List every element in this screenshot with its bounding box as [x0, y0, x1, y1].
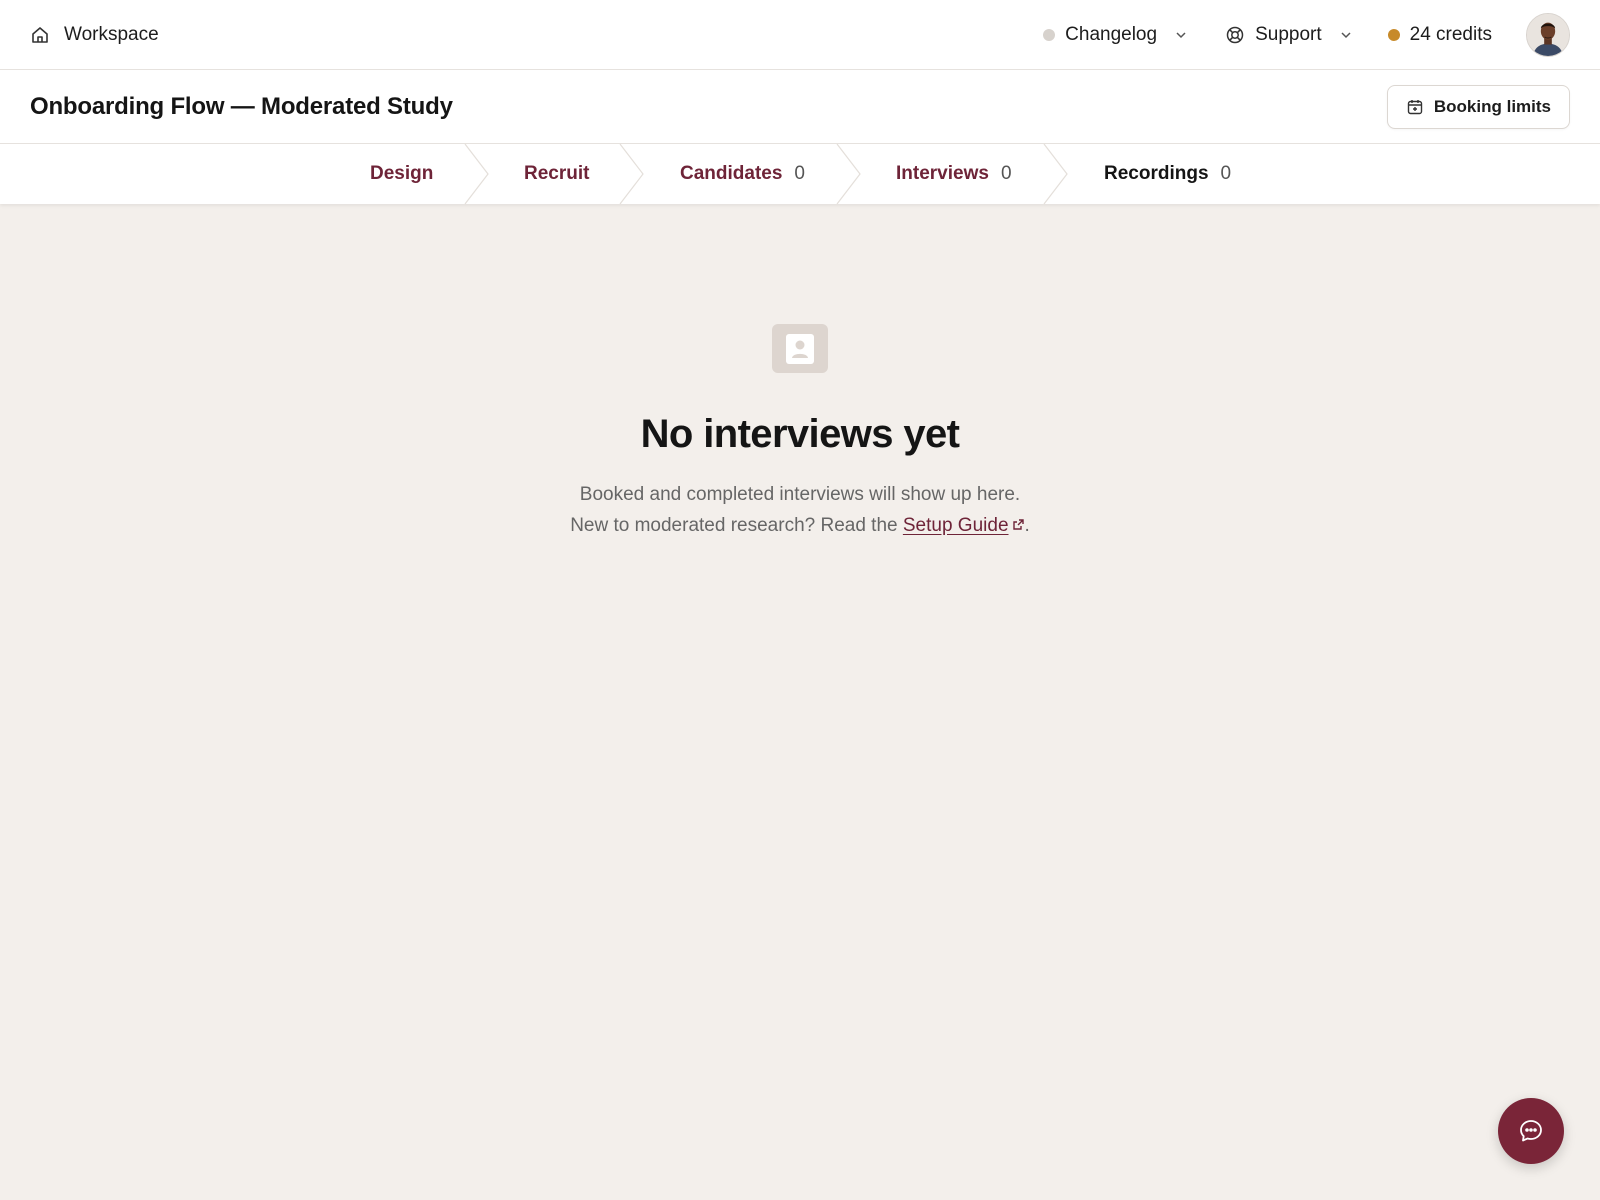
avatar[interactable] [1526, 12, 1570, 57]
title-bar: Onboarding Flow — Moderated Study Bookin… [0, 70, 1600, 144]
changelog-label: Changelog [1065, 23, 1158, 45]
step-count: 0 [1000, 163, 1012, 184]
page-title: Onboarding Flow — Moderated Study [30, 92, 453, 120]
steps-nav: Design Recruit Candidates 0 Interviews 0… [0, 144, 1600, 204]
contact-card-icon [772, 324, 828, 373]
credits-label: 24 credits [1409, 23, 1492, 45]
empty-state-guide-line: New to moderated research? Read the Setu… [0, 515, 1600, 537]
step-label: Recruit [524, 163, 590, 184]
calendar-icon [1406, 98, 1424, 116]
chat-button[interactable] [1498, 1098, 1564, 1164]
guide-suffix: . [1024, 515, 1030, 536]
step-separator [464, 144, 489, 204]
chevron-down-icon [1175, 29, 1187, 41]
external-link-icon [1012, 515, 1025, 530]
credits-dot [1387, 28, 1400, 41]
workspace-link[interactable]: Workspace [30, 24, 159, 46]
step-label: Candidates [680, 163, 783, 184]
chevron-down-icon [1340, 29, 1352, 41]
chat-bubble-icon [1518, 1118, 1544, 1144]
setup-guide-link[interactable]: Setup Guide [903, 515, 1025, 536]
empty-state-description: Booked and completed interviews will sho… [579, 484, 1021, 505]
step-candidates[interactable]: Candidates 0 [680, 144, 805, 204]
credits-indicator[interactable]: 24 credits [1387, 23, 1492, 46]
step-label: Interviews [896, 163, 989, 184]
workspace-label: Workspace [64, 23, 159, 45]
changelog-menu[interactable]: Changelog [1043, 24, 1187, 46]
step-separator [1043, 144, 1068, 204]
step-count: 0 [794, 163, 805, 184]
support-menu[interactable]: Support [1225, 24, 1352, 46]
step-recordings[interactable]: Recordings 0 [1104, 144, 1231, 204]
setup-guide-label: Setup Guide [902, 515, 1009, 536]
step-count: 0 [1220, 163, 1232, 184]
lifebuoy-icon [1225, 25, 1245, 45]
changelog-status-dot [1043, 28, 1056, 41]
step-label: Recordings [1104, 163, 1209, 184]
step-separator [619, 144, 644, 204]
step-design[interactable]: Design [370, 144, 433, 204]
support-label: Support [1255, 23, 1322, 45]
guide-prefix: New to moderated research? Read the [570, 515, 903, 536]
booking-limits-button[interactable]: Booking limits [1386, 84, 1570, 129]
step-label: Design [370, 163, 434, 184]
step-separator [836, 144, 861, 204]
top-bar: Workspace Changelog Support 24 credits [0, 0, 1600, 70]
step-interviews[interactable]: Interviews 0 [896, 144, 1012, 204]
home-icon [30, 25, 50, 45]
booking-limits-label: Booking limits [1433, 96, 1551, 116]
step-recruit[interactable]: Recruit [524, 144, 589, 204]
empty-state-title: No interviews yet [640, 412, 960, 456]
